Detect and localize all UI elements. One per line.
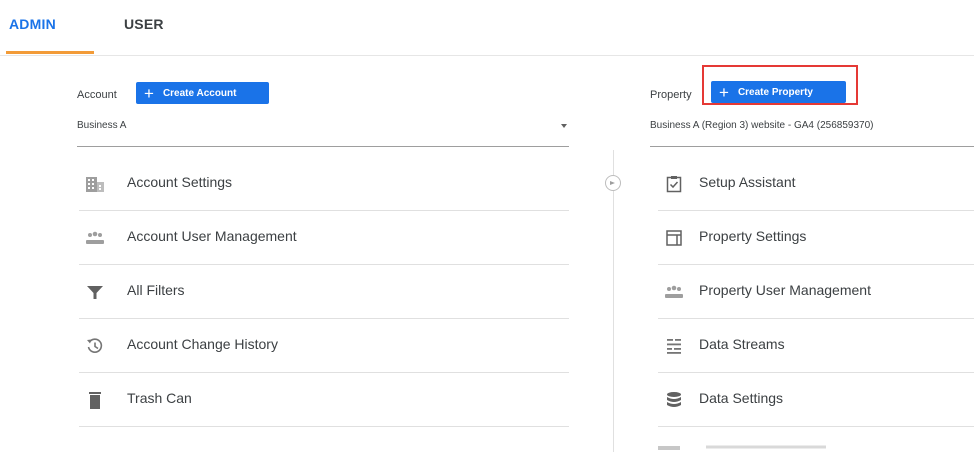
- filter-icon: [87, 286, 103, 299]
- database-icon: [667, 392, 681, 407]
- trash-icon: [89, 392, 101, 409]
- account-selector[interactable]: Business A: [77, 117, 569, 147]
- setup-assistant-row[interactable]: Setup Assistant: [658, 157, 974, 211]
- property-selector[interactable]: Business A (Region 3) website - GA4 (256…: [650, 117, 974, 147]
- setup-assistant-label: Setup Assistant: [699, 174, 796, 190]
- dropdown-arrow-icon: [561, 124, 567, 128]
- property-label: Property: [650, 89, 692, 101]
- create-property-button[interactable]: + Create Property: [711, 81, 846, 103]
- account-settings-row[interactable]: Account Settings: [79, 157, 569, 211]
- account-user-management-row[interactable]: Account User Management: [79, 211, 569, 265]
- create-account-button[interactable]: + Create Account: [136, 82, 269, 104]
- property-selected-value: Business A (Region 3) website - GA4 (256…: [650, 120, 874, 131]
- account-change-history-label: Account Change History: [127, 336, 278, 352]
- clipboard-check-icon: [666, 176, 682, 193]
- plus-icon: +: [144, 83, 154, 103]
- history-icon: [87, 338, 103, 353]
- property-settings-label: Property Settings: [699, 228, 807, 244]
- create-account-label: Create Account: [162, 87, 237, 99]
- property-user-management-row[interactable]: Property User Management: [658, 265, 974, 319]
- plus-icon: +: [719, 82, 729, 102]
- property-settings-row[interactable]: Property Settings: [658, 211, 974, 265]
- data-streams-label: Data Streams: [699, 336, 785, 352]
- building-icon: [86, 177, 104, 192]
- all-filters-label: All Filters: [127, 282, 185, 298]
- all-filters-row[interactable]: All Filters: [79, 265, 569, 319]
- streams-icon: [667, 339, 681, 354]
- data-streams-row[interactable]: Data Streams: [658, 319, 974, 373]
- account-change-history-row[interactable]: Account Change History: [79, 319, 569, 373]
- layout-icon: [666, 230, 682, 246]
- admin-tabs: ADMIN USER: [0, 0, 974, 56]
- trash-can-label: Trash Can: [127, 390, 192, 406]
- next-row-partial: [658, 440, 858, 452]
- tab-user[interactable]: USER: [124, 16, 164, 32]
- people-icon: [86, 231, 104, 244]
- property-user-management-label: Property User Management: [699, 282, 871, 298]
- account-label: Account: [77, 89, 117, 101]
- account-user-management-label: Account User Management: [127, 228, 297, 244]
- column-divider: [613, 150, 614, 452]
- account-settings-label: Account Settings: [127, 174, 233, 190]
- data-settings-label: Data Settings: [699, 390, 784, 406]
- tab-admin[interactable]: ADMIN: [9, 16, 56, 32]
- create-property-label: Create Property: [737, 86, 813, 98]
- arrow-right-icon: [605, 175, 621, 191]
- trash-can-row[interactable]: Trash Can: [79, 373, 569, 427]
- people-icon: [665, 285, 683, 298]
- account-selected-value: Business A: [77, 120, 127, 131]
- tabs-divider: [0, 55, 974, 56]
- active-tab-indicator: [6, 51, 94, 54]
- data-settings-row[interactable]: Data Settings: [658, 373, 974, 427]
